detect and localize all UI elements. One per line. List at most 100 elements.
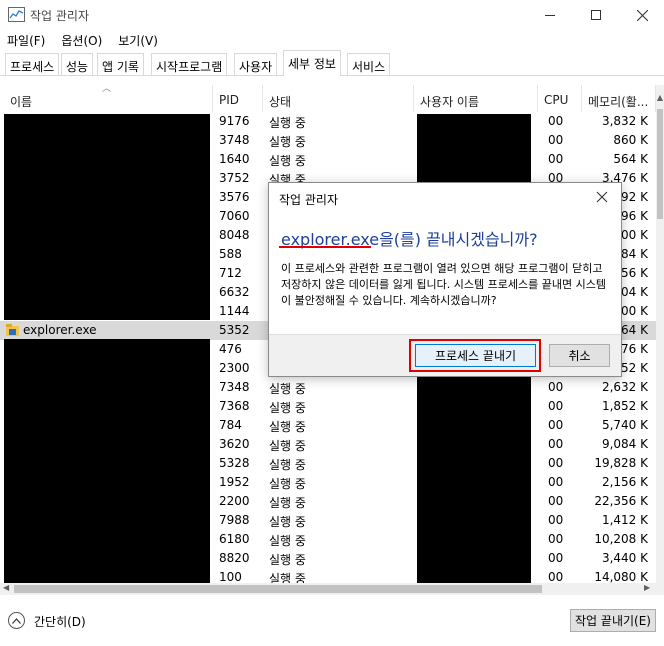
- process-status: 실행 중: [269, 439, 306, 453]
- close-button[interactable]: [619, 0, 664, 30]
- end-process-dialog: 작업 관리자 explorer.exe을(를) 끝내시겠습니까? 이 프로세스와…: [268, 182, 622, 377]
- footer-bar: 간단히(D) 작업 끝내기(E): [0, 598, 664, 646]
- close-icon[interactable]: [595, 190, 609, 204]
- process-status: 실행 중: [269, 458, 306, 472]
- process-pid: 1952: [219, 475, 250, 489]
- process-pid: 1144: [219, 304, 250, 318]
- horizontal-scrollbar[interactable]: ◀ ▶: [0, 583, 656, 595]
- process-pid: 3748: [219, 133, 250, 147]
- process-pid: 2300: [219, 361, 250, 375]
- maximize-icon: [591, 10, 601, 20]
- process-memory: 1,852 K: [601, 399, 648, 413]
- process-status: 실행 중: [269, 116, 306, 130]
- process-cpu: 00: [548, 380, 564, 394]
- process-memory: 1,412 K: [601, 513, 648, 527]
- scrollbar-corner: [656, 583, 664, 595]
- process-status: 실행 중: [269, 515, 306, 529]
- process-memory: 3,440 K: [601, 551, 648, 565]
- process-status: 실행 중: [269, 534, 306, 548]
- process-status: 실행 중: [269, 496, 306, 510]
- process-pid: 2200: [219, 494, 250, 508]
- window-title: 작업 관리자: [30, 9, 90, 23]
- process-pid: 588: [219, 247, 242, 261]
- folder-icon: [6, 324, 19, 336]
- process-memory: 3,832 K: [601, 114, 648, 128]
- minimize-button[interactable]: [527, 0, 573, 30]
- end-process-button[interactable]: 프로세스 끝내기: [415, 344, 536, 367]
- horizontal-scroll-thumb[interactable]: [14, 585, 542, 593]
- process-cpu: 00: [548, 399, 564, 413]
- menu-options[interactable]: 옵션(O): [61, 32, 102, 49]
- process-pid: 8820: [219, 551, 250, 565]
- collapse-label[interactable]: 간단히(D): [34, 613, 86, 630]
- process-cpu: 00: [548, 456, 564, 470]
- cancel-button[interactable]: 취소: [549, 344, 610, 367]
- menu-bar: 파일(F) 옵션(O) 보기(V): [0, 30, 664, 50]
- dialog-title: 작업 관리자: [279, 193, 339, 207]
- process-pid: 9176: [219, 114, 250, 128]
- vertical-scrollbar[interactable]: ▲: [656, 85, 664, 583]
- process-cpu: 00: [548, 494, 564, 508]
- process-pid: 5352: [219, 323, 250, 337]
- process-cpu: 00: [548, 114, 564, 128]
- process-cpu: 00: [548, 475, 564, 489]
- process-pid: 712: [219, 266, 242, 280]
- end-task-button[interactable]: 작업 끝내기(E): [570, 609, 656, 632]
- process-cpu: 00: [548, 437, 564, 451]
- process-pid: 1640: [219, 152, 250, 166]
- process-status: 실행 중: [269, 553, 306, 567]
- menu-view[interactable]: 보기(V): [118, 32, 158, 49]
- vertical-scroll-thumb[interactable]: [657, 109, 663, 219]
- column-username[interactable]: 사용자 이름: [414, 85, 538, 112]
- process-pid: 7348: [219, 380, 250, 394]
- column-cpu[interactable]: CPU: [538, 85, 582, 112]
- title-bar: 작업 관리자: [0, 0, 664, 30]
- dialog-message: 이 프로세스와 관련한 프로그램이 열려 있으면 해당 프로그램이 닫히고 저장…: [281, 262, 606, 307]
- chevron-up-icon: [12, 617, 21, 624]
- tab-strip: 프로세스 성능 앱 기록 시작프로그램 사용자 세부 정보 서비스: [0, 50, 664, 76]
- tab-users[interactable]: 사용자: [234, 53, 278, 75]
- menu-file[interactable]: 파일(F): [7, 32, 45, 49]
- sort-up-icon: ︿: [102, 85, 112, 94]
- redacted-names-block: [4, 114, 210, 320]
- scroll-left-icon[interactable]: ◀: [3, 583, 9, 592]
- process-cpu: 00: [548, 570, 564, 584]
- tab-details[interactable]: 세부 정보: [283, 50, 341, 76]
- maximize-button[interactable]: [573, 0, 619, 30]
- process-cpu: 00: [548, 532, 564, 546]
- process-pid: 6632: [219, 285, 250, 299]
- scroll-up-icon[interactable]: ▲: [656, 93, 664, 103]
- table-header: 이름 ︿ PID 상태 사용자 이름 CPU 메모리(활...: [0, 85, 664, 112]
- tab-performance[interactable]: 성능: [61, 53, 94, 75]
- tab-services[interactable]: 서비스: [347, 53, 391, 75]
- column-pid[interactable]: PID: [213, 85, 263, 112]
- process-pid: 8048: [219, 228, 250, 242]
- column-name-label: 이름: [10, 95, 33, 109]
- minimize-icon: [545, 14, 555, 16]
- tab-startup[interactable]: 시작프로그램: [151, 53, 228, 75]
- process-memory: 860 K: [613, 133, 648, 147]
- process-memory: 2,156 K: [601, 475, 648, 489]
- process-status: 실행 중: [269, 401, 306, 415]
- redacted-names-block: [4, 339, 210, 595]
- tab-processes[interactable]: 프로세스: [5, 53, 60, 75]
- process-status: 실행 중: [269, 420, 306, 434]
- collapse-button[interactable]: [8, 612, 25, 629]
- task-manager-icon: [8, 7, 25, 22]
- highlight-underline: [279, 246, 371, 248]
- tab-app-history[interactable]: 앱 기록: [97, 53, 144, 75]
- process-memory: 9,084 K: [601, 437, 648, 451]
- process-pid: 7988: [219, 513, 250, 527]
- process-cpu: 00: [548, 418, 564, 432]
- process-memory: 5,740 K: [601, 418, 648, 432]
- column-memory[interactable]: 메모리(활...: [582, 85, 656, 112]
- process-pid: 3620: [219, 437, 250, 451]
- process-pid: 100: [219, 570, 242, 584]
- process-memory: 22,356 K: [594, 494, 648, 508]
- close-icon: [636, 9, 648, 21]
- scroll-right-icon[interactable]: ▶: [644, 583, 650, 592]
- column-status[interactable]: 상태: [263, 85, 414, 112]
- process-pid: 7060: [219, 209, 250, 223]
- process-status: 실행 중: [269, 154, 306, 168]
- process-memory: 2,632 K: [601, 380, 648, 394]
